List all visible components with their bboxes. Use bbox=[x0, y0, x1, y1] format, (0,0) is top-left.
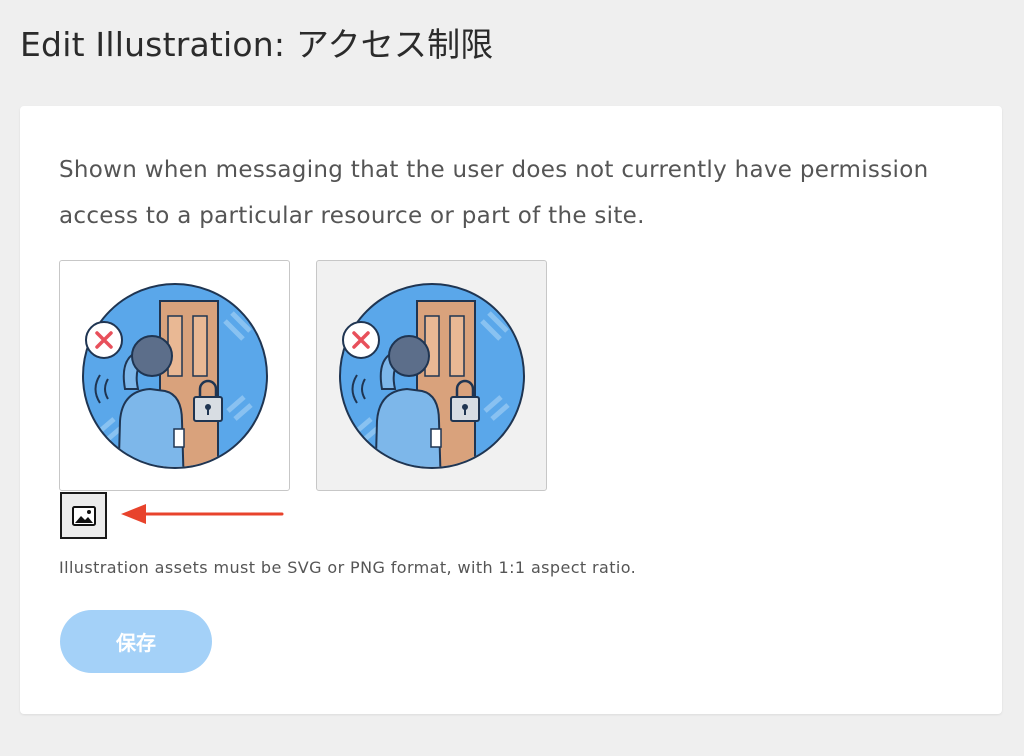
illustration-preview-light[interactable] bbox=[59, 260, 290, 491]
asset-format-help-text: Illustration assets must be SVG or PNG f… bbox=[59, 558, 637, 577]
illustration-preview-gray[interactable] bbox=[316, 260, 547, 491]
page-title: Edit Illustration: アクセス制限 bbox=[20, 25, 494, 64]
save-button[interactable]: 保存 bbox=[60, 610, 212, 673]
illustration-card: Shown when messaging that the user does … bbox=[20, 106, 1002, 714]
image-icon bbox=[71, 505, 96, 526]
annotation-arrow-icon bbox=[121, 504, 284, 524]
illustration-description: Shown when messaging that the user does … bbox=[59, 157, 929, 229]
image-picker-button[interactable] bbox=[60, 492, 107, 539]
access-denied-illustration bbox=[339, 283, 525, 469]
access-denied-illustration bbox=[82, 283, 268, 469]
